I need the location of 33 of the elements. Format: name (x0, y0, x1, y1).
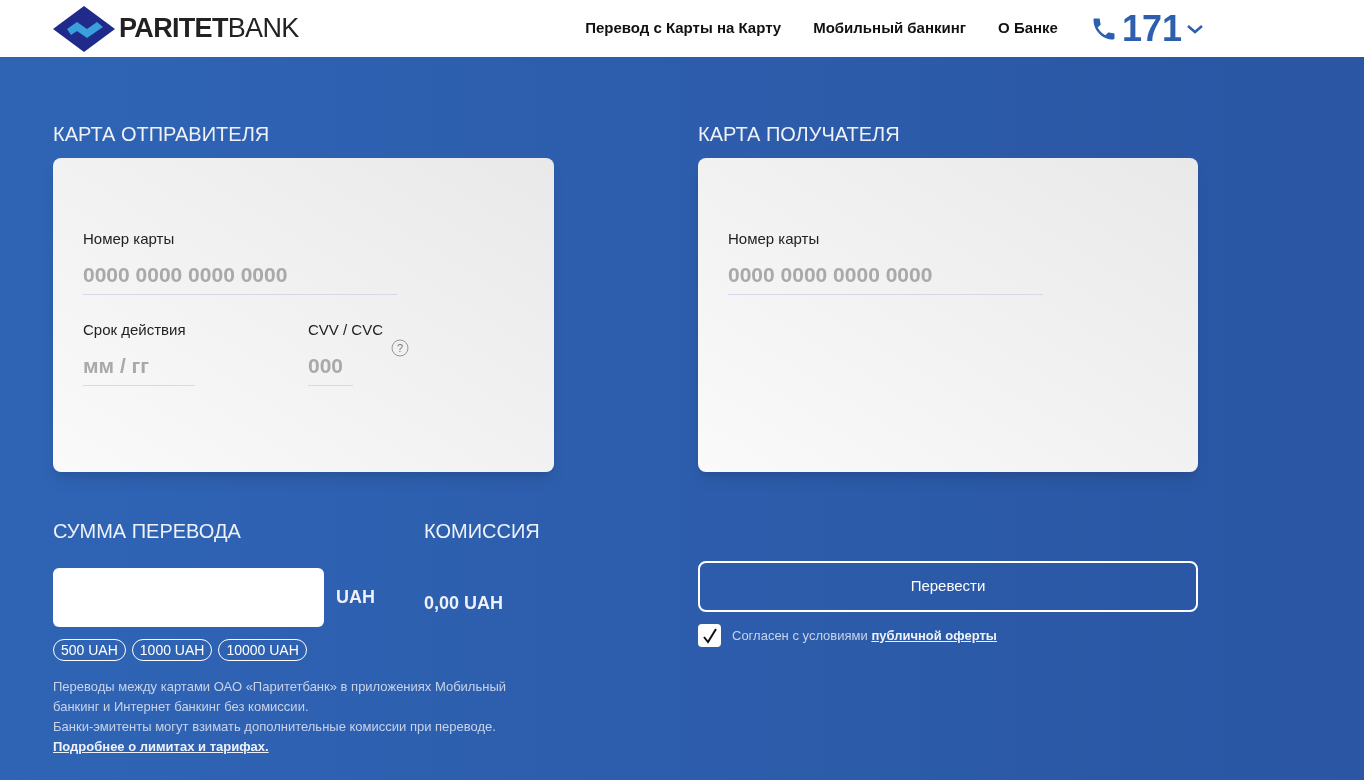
section-title: КАРТА ОТПРАВИТЕЛЯ (53, 122, 271, 147)
info-text: Переводы между картами ОАО «Паритетбанк» в приложениях Мобильный банкинг и Интернет банкинг без комиссии. (53, 678, 507, 716)
commission-value: 0,00 UAH (424, 592, 505, 615)
section-title: КОМИССИЯ (424, 519, 540, 544)
checkmark-icon (702, 627, 717, 644)
field-label: Номер карты (83, 229, 176, 249)
info-text: Банки-эмитенты могут взимать дополнительные комиссии при переводе. (53, 718, 497, 736)
nav-link[interactable]: Перевод с Карты на Карту (585, 17, 782, 40)
currency-label: UAH (336, 586, 375, 609)
nav-link[interactable]: Мобильный банкинг (813, 17, 967, 40)
field-label: CVV / CVC (308, 320, 383, 340)
agreement-checkbox[interactable] (698, 624, 721, 647)
nav-link[interactable]: О Банке (998, 17, 1058, 40)
cvv-field[interactable]: 000 (308, 349, 353, 386)
phone-dropdown[interactable]: 171 (1089, 10, 1204, 47)
field-label: Номер карты (728, 229, 821, 249)
help-icon[interactable]: ? (391, 339, 409, 357)
logo[interactable]: PARITETBANK (53, 5, 299, 52)
limits-link[interactable]: Подробнее о лимитах и тарифах. (53, 739, 269, 754)
field-label: Срок действия (83, 320, 187, 340)
logo-text: PARITETBANK (119, 12, 299, 46)
logo-icon (53, 5, 115, 52)
section-title: СУММА ПЕРЕВОДА (53, 519, 242, 544)
card-number-field[interactable]: 0000 0000 0000 0000 (83, 258, 397, 295)
card-number-field[interactable]: 0000 0000 0000 0000 (728, 258, 1043, 295)
expiry-field[interactable]: мм / гг (83, 349, 195, 386)
section-title: КАРТА ПОЛУЧАТЕЛЯ (698, 122, 901, 147)
offer-link[interactable]: публичной оферты (871, 627, 997, 643)
transfer-button[interactable]: Перевести (698, 561, 1198, 612)
agreement-text: Согласен с условиями публичной оферты (732, 626, 997, 645)
amount-field[interactable] (53, 568, 324, 627)
phone-number: 171 (1121, 10, 1182, 47)
chevron-down-icon (1186, 22, 1204, 35)
